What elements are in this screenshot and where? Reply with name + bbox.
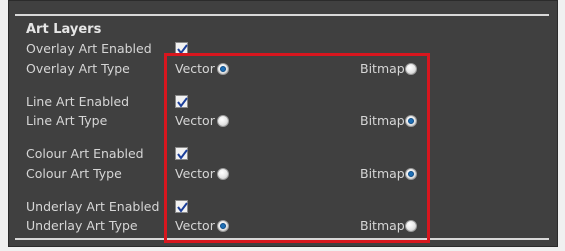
colour-bitmap-label: Bitmap [360, 166, 405, 181]
underlay-bitmap-label: Bitmap [360, 218, 405, 233]
colour-art-enabled-label: Colour Art Enabled [26, 146, 144, 161]
line-art-enabled-label: Line Art Enabled [26, 94, 130, 109]
underlay-vector-radio[interactable] [217, 220, 229, 232]
line-bitmap-radio[interactable] [405, 115, 417, 127]
underlay-art-type-label: Underlay Art Type [26, 218, 138, 233]
overlay-bitmap-radio[interactable] [405, 63, 417, 75]
overlay-vector-label: Vector [175, 61, 215, 76]
line-vector-label: Vector [175, 113, 215, 128]
colour-vector-label: Vector [175, 166, 215, 181]
overlay-art-type-label: Overlay Art Type [26, 61, 130, 76]
underlay-art-enabled-label: Underlay Art Enabled [26, 199, 160, 214]
overlay-vector-radio[interactable] [217, 63, 229, 75]
underlay-bitmap-radio[interactable] [405, 220, 417, 232]
section-title: Art Layers [26, 22, 102, 37]
overlay-art-enabled-label: Overlay Art Enabled [26, 41, 152, 56]
colour-art-enabled-checkbox[interactable] [175, 147, 188, 160]
overlay-art-enabled-checkbox[interactable] [175, 42, 188, 55]
colour-art-type-label: Colour Art Type [26, 166, 122, 181]
checkmark-icon [177, 44, 188, 55]
checkmark-icon [177, 149, 188, 160]
line-art-type-label: Line Art Type [26, 113, 108, 128]
checkmark-icon [177, 97, 188, 108]
colour-vector-radio[interactable] [217, 168, 229, 180]
line-bitmap-label: Bitmap [360, 113, 405, 128]
line-vector-radio[interactable] [217, 115, 229, 127]
colour-bitmap-radio[interactable] [405, 168, 417, 180]
checkmark-icon [177, 202, 188, 213]
bottom-divider [15, 238, 549, 240]
underlay-vector-label: Vector [175, 218, 215, 233]
line-art-enabled-checkbox[interactable] [175, 95, 188, 108]
underlay-art-enabled-checkbox[interactable] [175, 200, 188, 213]
top-divider [15, 14, 549, 16]
overlay-bitmap-label: Bitmap [360, 61, 405, 76]
